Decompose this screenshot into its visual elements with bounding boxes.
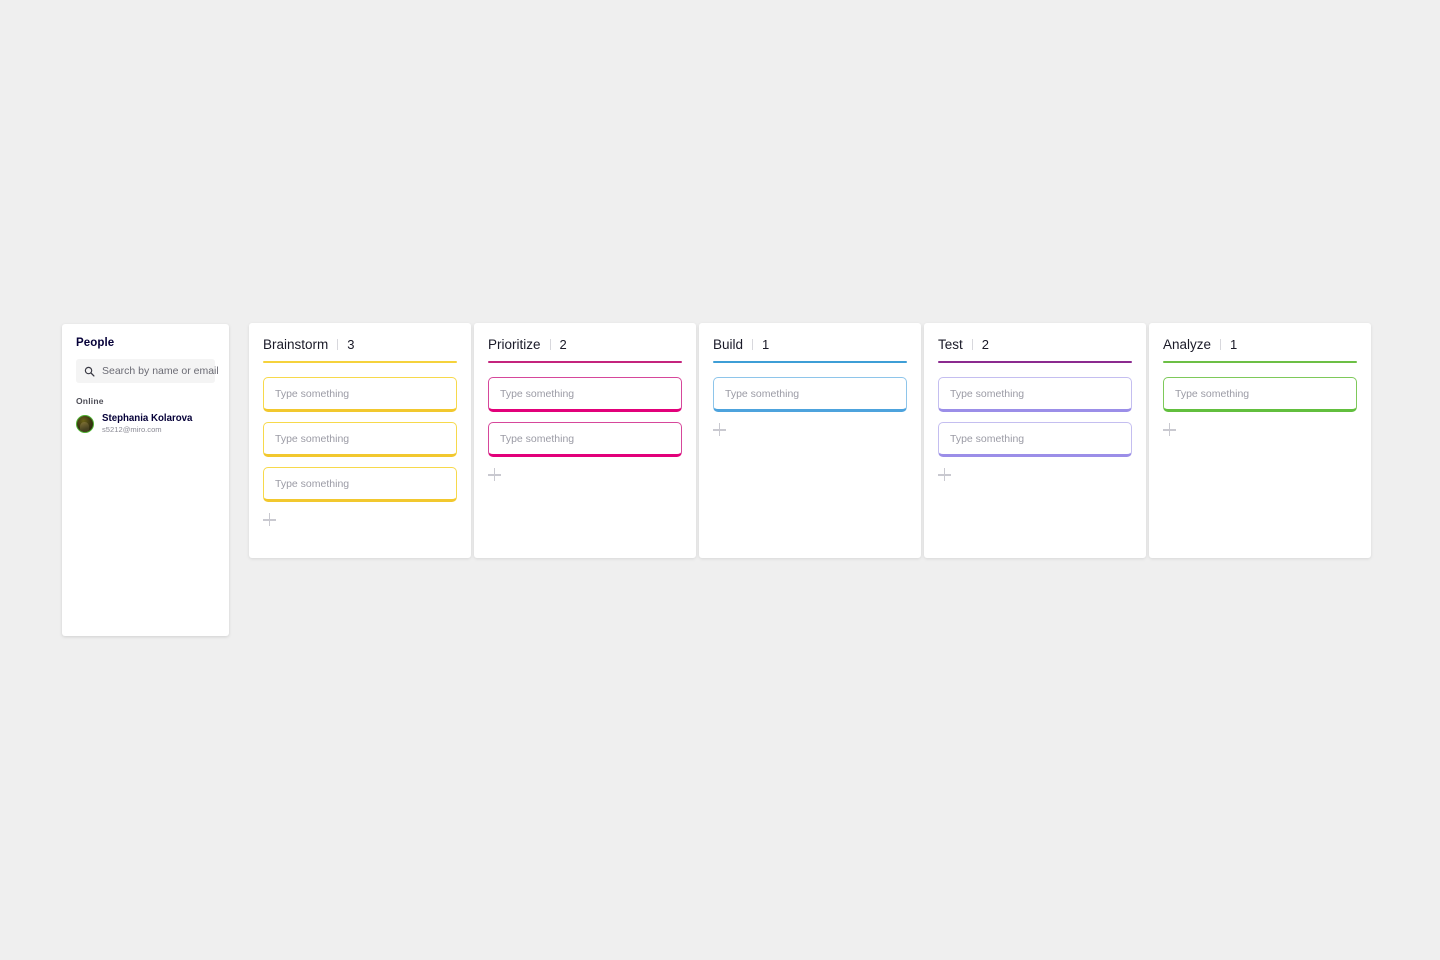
people-panel: People Search by name or email Online St…: [62, 324, 229, 636]
column-title[interactable]: Analyze: [1163, 337, 1211, 352]
card-placeholder: Type something: [500, 387, 575, 400]
card-list: Type something Type something Type somethi…: [263, 377, 457, 502]
card-list: Type something: [1163, 377, 1357, 412]
card-list: Type something: [713, 377, 907, 412]
column-accent-rule: [488, 361, 682, 363]
card-placeholder: Type something: [275, 477, 350, 490]
column-title[interactable]: Test: [938, 337, 963, 352]
column-count: 1: [1230, 337, 1238, 352]
card[interactable]: Type something: [263, 467, 457, 502]
search-placeholder: Search by name or email: [102, 365, 219, 377]
column-accent-rule: [938, 361, 1132, 363]
card-placeholder: Type something: [1175, 387, 1250, 400]
board-column-prioritize: Prioritize 2 Type something Type something: [474, 323, 696, 558]
column-title[interactable]: Brainstorm: [263, 337, 328, 352]
card[interactable]: Type something: [488, 422, 682, 457]
search-input[interactable]: Search by name or email: [76, 359, 219, 383]
app-canvas: People Search by name or email Online St…: [0, 0, 1440, 960]
card-list: Type something Type something: [488, 377, 682, 457]
column-header-divider: [1220, 339, 1222, 350]
card[interactable]: Type something: [263, 422, 457, 457]
column-header-divider: [337, 339, 339, 350]
card[interactable]: Type something: [488, 377, 682, 412]
column-count: 2: [981, 337, 989, 352]
column-header: Brainstorm 3: [263, 337, 457, 352]
column-header-divider: [549, 339, 551, 350]
person-name: Stephania Kolarova: [102, 413, 193, 424]
kanban-board: Brainstorm 3 Type something Type something T…: [249, 323, 1371, 558]
column-header-divider: [971, 339, 973, 350]
card-placeholder: Type something: [275, 432, 350, 445]
card-placeholder: Type something: [950, 432, 1025, 445]
card[interactable]: Type something: [938, 422, 1132, 457]
card[interactable]: Type something: [713, 377, 907, 412]
person-meta: Stephania Kolarova s5212@miro.com: [102, 413, 192, 434]
column-header-divider: [752, 339, 754, 350]
person-email: s5212@miro.com: [102, 425, 162, 434]
column-count: 1: [762, 337, 770, 352]
column-header: Analyze 1: [1163, 337, 1357, 352]
board-column-build: Build 1 Type something: [699, 323, 921, 558]
column-header: Prioritize 2: [488, 337, 682, 352]
card-placeholder: Type something: [275, 387, 350, 400]
card[interactable]: Type something: [1163, 377, 1357, 412]
card[interactable]: Type something: [938, 377, 1132, 412]
list-item[interactable]: Stephania Kolarova s5212@miro.com: [76, 413, 215, 434]
column-accent-rule: [263, 361, 457, 363]
add-card-button[interactable]: [488, 468, 502, 482]
board-column-analyze: Analyze 1 Type something: [1149, 323, 1371, 558]
column-header: Build 1: [713, 337, 907, 352]
column-title[interactable]: Build: [713, 337, 743, 352]
card[interactable]: Type something: [263, 377, 457, 412]
add-card-button[interactable]: [1163, 423, 1177, 437]
card-list: Type something Type something: [938, 377, 1132, 457]
card-placeholder: Type something: [500, 432, 575, 445]
column-header: Test 2: [938, 337, 1132, 352]
card-placeholder: Type something: [950, 387, 1025, 400]
people-panel-title: People: [76, 337, 115, 349]
column-count: 3: [347, 337, 355, 352]
board-column-test: Test 2 Type something Type something: [924, 323, 1146, 558]
search-icon: [84, 366, 95, 377]
column-accent-rule: [713, 361, 907, 363]
add-card-button[interactable]: [938, 468, 952, 482]
column-title[interactable]: Prioritize: [488, 337, 541, 352]
column-accent-rule: [1163, 361, 1357, 363]
card-placeholder: Type something: [725, 387, 800, 400]
avatar: [76, 414, 94, 433]
add-card-button[interactable]: [713, 423, 727, 437]
board-column-brainstorm: Brainstorm 3 Type something Type something T…: [249, 323, 471, 558]
add-card-button[interactable]: [263, 513, 277, 527]
online-group-label: Online: [76, 396, 104, 406]
column-count: 2: [559, 337, 567, 352]
